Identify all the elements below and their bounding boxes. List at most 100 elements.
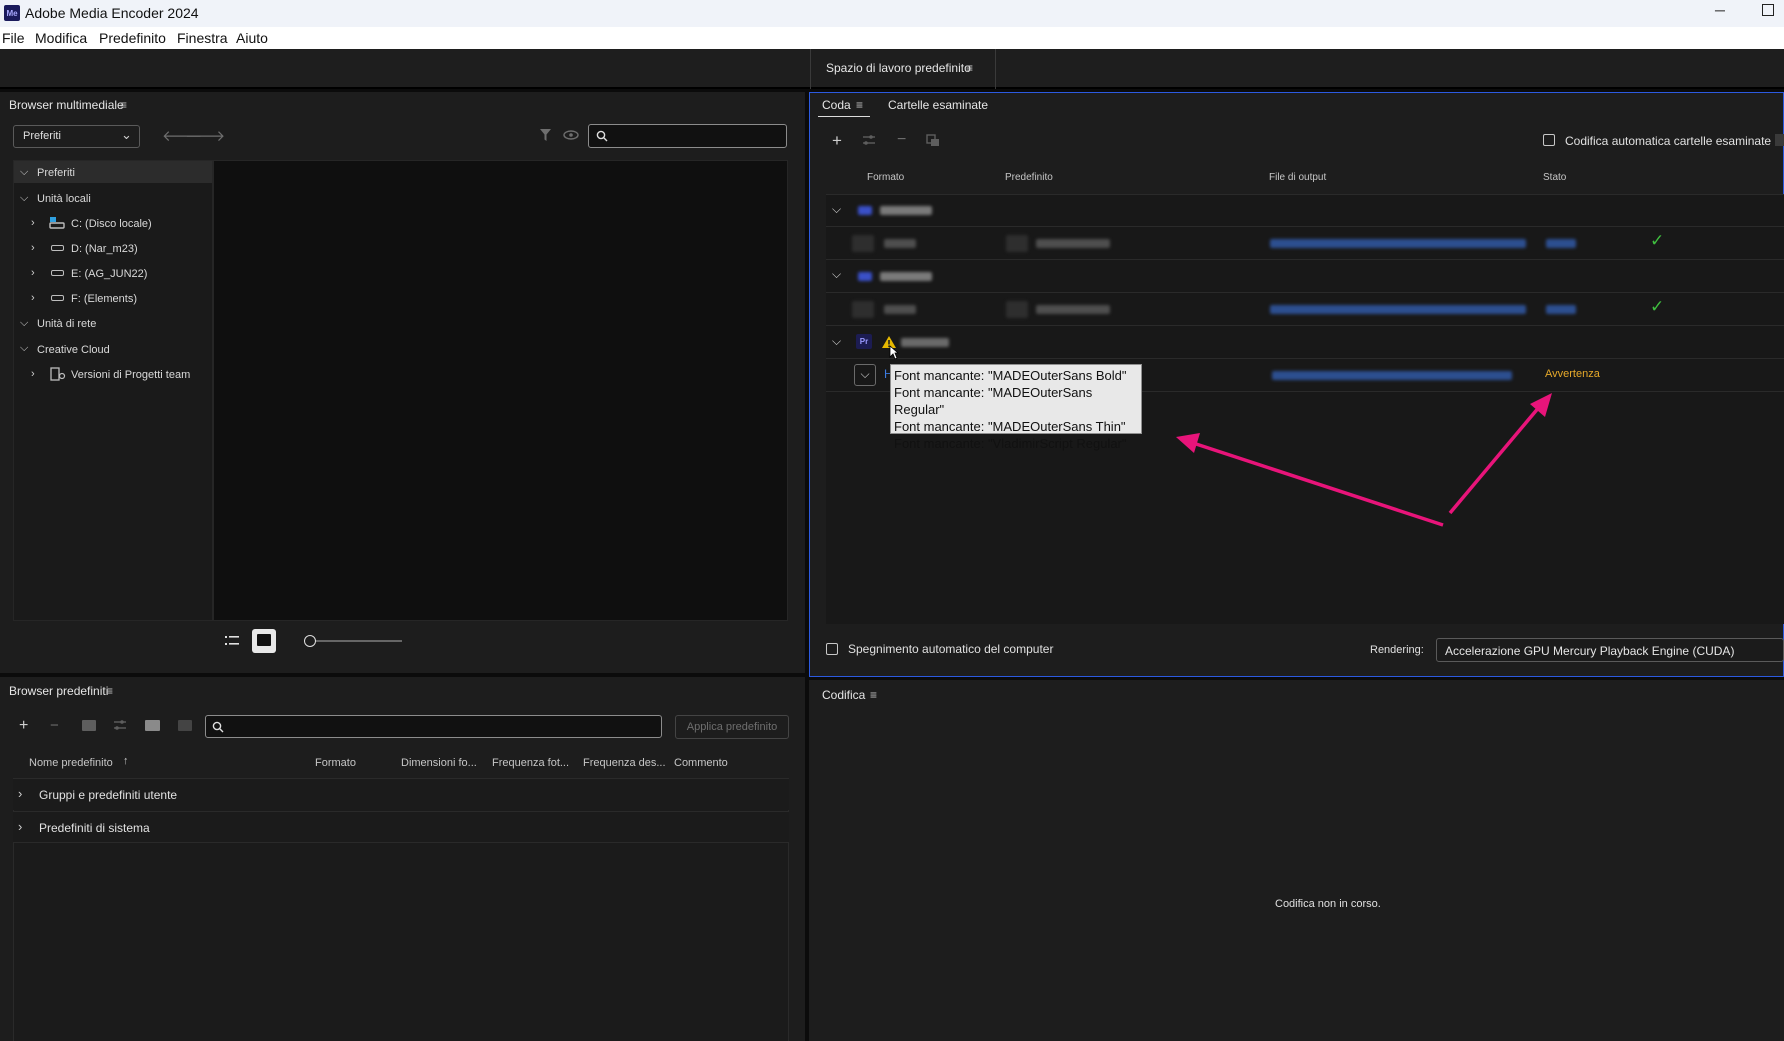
col-comment[interactable]: Commento xyxy=(674,757,728,769)
col-format[interactable]: Formato xyxy=(315,757,356,769)
chevron-down-icon: ⌄ xyxy=(121,127,132,142)
preset-settings-icon[interactable] xyxy=(862,134,876,146)
panel-menu-icon[interactable]: ≡ xyxy=(106,684,113,698)
chevron-down-icon[interactable]: ⌵ xyxy=(20,317,28,330)
panel-menu-icon[interactable]: ≡ xyxy=(856,98,863,112)
format-dropdown[interactable]: ⌵ xyxy=(854,364,876,386)
chevron-right-icon[interactable]: › xyxy=(31,217,35,229)
menu-finestra[interactable]: Finestra xyxy=(177,30,228,46)
import-preset-icon[interactable] xyxy=(145,720,160,731)
search-icon xyxy=(212,721,224,733)
source-select-value: Preferiti xyxy=(23,130,61,142)
chevron-right-icon[interactable]: › xyxy=(31,292,35,304)
remove-icon[interactable]: − xyxy=(897,131,906,149)
source-select[interactable]: Preferiti ⌄ xyxy=(13,125,140,148)
chevron-right-icon[interactable]: › xyxy=(31,368,35,380)
start-queue-button[interactable] xyxy=(1775,134,1784,146)
output-path-redacted[interactable] xyxy=(1272,371,1512,380)
tree-item-drive-c[interactable]: C: (Disco locale) xyxy=(71,218,152,230)
chevron-right-icon[interactable]: › xyxy=(31,242,35,254)
panel-menu-icon[interactable]: ≡ xyxy=(120,98,127,112)
workspace-menu-icon[interactable]: ≡ xyxy=(966,61,973,75)
preset-group-label: Predefiniti di sistema xyxy=(39,821,150,835)
tree-item-network-drives[interactable]: Unità di rete xyxy=(37,318,96,330)
remove-preset-icon[interactable]: − xyxy=(50,717,59,734)
new-preset-icon[interactable]: + xyxy=(19,717,28,735)
chevron-right-icon[interactable]: › xyxy=(18,786,22,801)
queue-source-row[interactable]: ⌵ Pr xyxy=(826,326,1784,360)
queue-source-row[interactable]: ⌵ xyxy=(826,195,1784,226)
col-frame-rate[interactable]: Frequenza fot... xyxy=(492,757,569,769)
export-preset-icon[interactable] xyxy=(178,720,192,731)
chevron-down-icon[interactable]: ⌵ xyxy=(832,267,841,282)
menu-aiuto[interactable]: Aiuto xyxy=(236,30,268,46)
col-target-rate[interactable]: Frequenza des... xyxy=(583,757,666,769)
auto-encode-label: Codifica automatica cartelle esaminate xyxy=(1565,134,1772,148)
chevron-down-icon[interactable]: ⌵ xyxy=(832,202,841,217)
tooltip-line: Font mancante: "VladimirScript Regular" xyxy=(894,436,1127,451)
eye-icon[interactable] xyxy=(563,130,579,140)
auto-shutdown-checkbox[interactable] xyxy=(826,643,838,655)
chevron-down-icon[interactable]: ⌵ xyxy=(832,334,841,349)
tree-item-drive-f[interactable]: F: (Elements) xyxy=(71,293,137,305)
icon-view-button[interactable] xyxy=(252,629,276,653)
col-preset[interactable]: Predefinito xyxy=(1005,172,1053,183)
auto-encode-checkbox[interactable] xyxy=(1543,134,1555,146)
chevron-right-icon[interactable]: › xyxy=(18,819,22,834)
col-format[interactable]: Formato xyxy=(867,172,904,183)
list-view-icon[interactable] xyxy=(224,634,240,647)
chevron-down-icon[interactable]: ⌵ xyxy=(20,342,28,355)
maximize-button[interactable] xyxy=(1762,4,1774,16)
media-search-input[interactable] xyxy=(588,124,787,148)
preset-browser-title: Browser predefiniti xyxy=(9,684,109,698)
col-status[interactable]: Stato xyxy=(1543,172,1566,183)
queue-source-row[interactable]: ⌵ xyxy=(826,260,1784,292)
col-output-file[interactable]: File di output xyxy=(1269,172,1326,183)
minimize-button[interactable]: ─ xyxy=(1715,2,1725,18)
media-browser-title: Browser multimediale xyxy=(9,98,124,112)
new-group-icon[interactable] xyxy=(82,720,96,731)
search-icon xyxy=(596,130,608,142)
zoom-slider-handle[interactable] xyxy=(304,635,316,647)
preset-search-input[interactable] xyxy=(205,715,662,738)
preset-group-row[interactable]: › Predefiniti di sistema xyxy=(13,811,789,843)
queue-output-row[interactable]: ✓ xyxy=(826,293,1784,325)
rendering-select[interactable]: Accelerazione GPU Mercury Playback Engin… xyxy=(1436,638,1784,662)
tree-item-preferiti[interactable]: Preferiti xyxy=(37,167,75,179)
tooltip-line: Font mancante: "MADEOuterSans Regular" xyxy=(894,385,1093,417)
tab-queue[interactable]: Coda xyxy=(822,98,851,112)
preset-group-row[interactable]: › Gruppi e predefiniti utente xyxy=(13,778,789,810)
menu-modifica[interactable]: Modifica xyxy=(35,30,87,46)
sort-ascending-icon[interactable]: ↑ xyxy=(123,755,129,767)
preset-settings-icon[interactable] xyxy=(113,719,127,731)
chevron-down-icon[interactable]: ⌵ xyxy=(20,166,28,179)
tree-item-team-projects[interactable]: Versioni di Progetti team xyxy=(71,369,190,381)
queue-output-row[interactable]: ✓ xyxy=(826,227,1784,259)
menu-file[interactable]: File xyxy=(2,30,25,46)
tree-item-creative-cloud[interactable]: Creative Cloud xyxy=(37,344,110,356)
add-source-icon[interactable]: + xyxy=(832,131,842,151)
col-frame-size[interactable]: Dimensioni fo... xyxy=(401,757,477,769)
auto-shutdown-label: Spegnimento automatico del computer xyxy=(848,642,1054,656)
apply-preset-button[interactable]: Applica predefinito xyxy=(675,715,789,739)
panel-menu-icon[interactable]: ≡ xyxy=(870,688,877,702)
status-redacted xyxy=(1546,239,1576,248)
active-tab-underline xyxy=(818,116,870,117)
tree-item-drive-e[interactable]: E: (AG_JUN22) xyxy=(71,268,147,280)
zoom-slider-track[interactable] xyxy=(316,640,402,642)
tree-item-drive-d[interactable]: D: (Nar_m23) xyxy=(71,243,138,255)
duplicate-icon[interactable] xyxy=(926,134,940,147)
tree-item-local-drives[interactable]: Unità locali xyxy=(37,193,91,205)
filter-icon[interactable] xyxy=(539,128,552,142)
output-path-redacted[interactable] xyxy=(1270,305,1526,314)
chevron-down-icon[interactable]: ⌵ xyxy=(20,192,28,205)
format-thumb-redacted xyxy=(852,235,874,252)
output-path-redacted[interactable] xyxy=(1270,239,1526,248)
col-preset-name[interactable]: Nome predefinito xyxy=(29,757,113,769)
preset-thumb-redacted xyxy=(1006,235,1028,252)
workspace-label[interactable]: Spazio di lavoro predefinito xyxy=(826,61,971,75)
tab-watch-folders[interactable]: Cartelle esaminate xyxy=(888,98,988,112)
chevron-right-icon[interactable]: › xyxy=(31,267,35,279)
menu-predefinito[interactable]: Predefinito xyxy=(99,30,166,46)
forward-arrow-icon[interactable]: 🡒 xyxy=(185,126,225,145)
